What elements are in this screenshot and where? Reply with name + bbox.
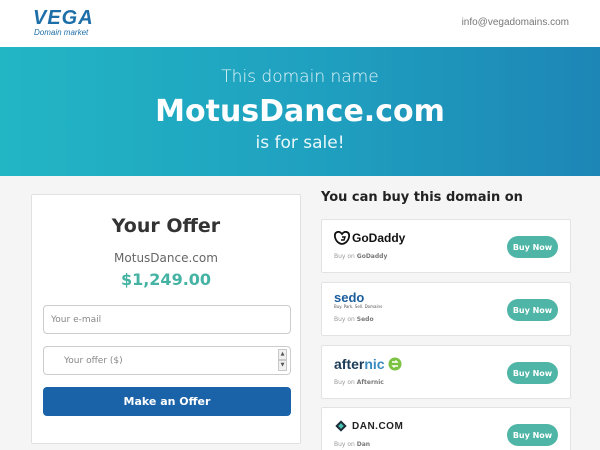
buy-on-label: Buy on — [334, 316, 355, 323]
vendor-card-godaddy: GoDaddy Buy on GoDaddy Buy Now — [321, 219, 571, 273]
buy-on-label: Buy on — [334, 253, 355, 260]
afternic-logo-part-b: nic — [364, 356, 385, 372]
make-offer-button[interactable]: Make an Offer — [43, 387, 291, 416]
stepper-up-icon[interactable]: ▲ — [278, 349, 287, 360]
buy-heading: You can buy this domain on — [321, 190, 523, 205]
sedo-logo-text: sedo — [334, 290, 365, 305]
godaddy-icon — [334, 231, 350, 245]
vendor-card-dan: DAN.COM Buy on Dan Buy Now — [321, 407, 571, 450]
afternic-logo-part-a: after — [334, 356, 365, 372]
vendor-card-afternic: afternic Buy on Afternic Buy Now — [321, 345, 571, 399]
offer-title: Your Offer — [111, 215, 221, 237]
offer-card: Your Offer MotusDance.com $1,249.00 ▲ ▼ … — [31, 194, 301, 444]
offer-amount-field[interactable]: ▲ ▼ — [43, 346, 291, 375]
dan-logo[interactable]: DAN.COM — [334, 418, 403, 434]
stepper-down-icon[interactable]: ▼ — [278, 360, 287, 371]
vendor-name: Dan — [356, 441, 371, 448]
hero-sale-text: is for sale! — [255, 133, 345, 153]
site-header: VEGA Domain market info@vegadomains.com — [0, 0, 600, 47]
vendor-name: Sedo — [356, 316, 374, 323]
buy-on-label: Buy on — [334, 441, 355, 448]
afternic-logo-text: afternic — [334, 356, 385, 372]
hero-domain-name: MotusDance.com — [155, 94, 445, 129]
sedo-tagline: Buy. Park. Sell. Domains — [334, 304, 383, 309]
godaddy-logo[interactable]: GoDaddy — [334, 230, 405, 246]
offer-amount-input[interactable] — [57, 347, 277, 374]
vendor-sub-sedo: Buy on Sedo — [334, 316, 374, 323]
hero-intro: This domain name — [221, 67, 379, 87]
dan-diamond-icon — [335, 420, 347, 432]
dan-logo-text: DAN.COM — [352, 420, 404, 432]
buy-now-button-sedo[interactable]: Buy Now — [507, 299, 558, 321]
buy-now-button-afternic[interactable]: Buy Now — [507, 362, 558, 384]
logo-main-text: VEGA — [33, 7, 94, 29]
afternic-arrows-icon — [388, 357, 402, 371]
vendor-card-sedo: sedo Buy. Park. Sell. Domains Buy on Sed… — [321, 282, 571, 336]
hero-banner: This domain name MotusDance.com is for s… — [0, 47, 600, 176]
offer-price: $1,249.00 — [120, 270, 212, 289]
buy-now-button-dan[interactable]: Buy Now — [507, 424, 558, 446]
vendor-name: Afternic — [356, 379, 384, 386]
sedo-logo[interactable]: sedo Buy. Park. Sell. Domains — [334, 290, 383, 309]
logo-sub-text: Domain market — [34, 28, 89, 37]
godaddy-logo-text: GoDaddy — [352, 231, 406, 245]
buy-on-label: Buy on — [334, 379, 355, 386]
vendor-sub-afternic: Buy on Afternic — [334, 379, 384, 386]
buy-now-button-godaddy[interactable]: Buy Now — [507, 236, 558, 258]
contact-email-link[interactable]: info@vegadomains.com — [462, 17, 569, 28]
offer-domain: MotusDance.com — [114, 251, 218, 265]
afternic-logo[interactable]: afternic — [334, 356, 402, 372]
vega-logo[interactable]: VEGA Domain market — [33, 8, 94, 38]
vendor-sub-dan: Buy on Dan — [334, 441, 370, 448]
email-field[interactable] — [43, 305, 291, 334]
vendor-name: GoDaddy — [356, 253, 388, 260]
vendor-sub-godaddy: Buy on GoDaddy — [334, 253, 387, 260]
offer-amount-stepper[interactable]: ▲ ▼ — [278, 349, 287, 372]
